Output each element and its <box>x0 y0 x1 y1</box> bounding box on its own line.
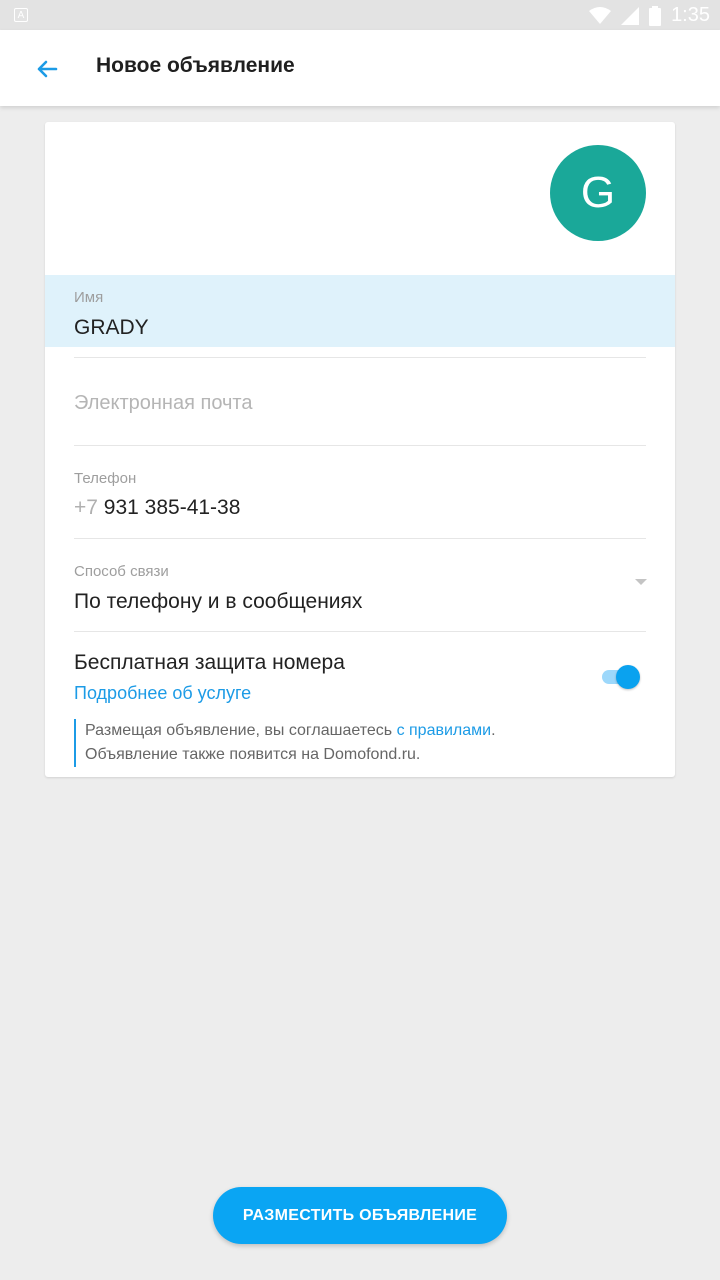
phone-input[interactable]: 931 385-41-38 <box>104 496 241 519</box>
divider <box>74 445 646 446</box>
status-icons: 1:35 <box>589 4 710 27</box>
battery-icon <box>649 5 662 26</box>
protection-title: Бесплатная защита номера <box>74 651 345 674</box>
rules-link[interactable]: с правилами <box>397 722 492 739</box>
wifi-icon <box>589 6 612 24</box>
phone-field[interactable]: +7 931 385-41-38 <box>74 496 240 520</box>
name-field[interactable]: Имя GRADY <box>45 275 675 347</box>
email-input[interactable]: Электронная почта <box>74 392 252 415</box>
phone-prefix: +7 <box>74 496 98 519</box>
terms-notice: Размещая объявление, вы соглашаетесь с п… <box>74 719 625 767</box>
phone-label: Телефон <box>74 470 137 487</box>
contact-method-label: Способ связи <box>74 563 169 580</box>
contact-form-card: G Имя GRADY Электронная почта Телефон +7… <box>45 122 675 777</box>
app-bar: Новое объявление <box>0 30 720 106</box>
name-input[interactable]: GRADY <box>74 316 149 340</box>
divider <box>74 538 646 539</box>
avatar[interactable]: G <box>550 145 646 241</box>
avatar-letter: G <box>580 168 616 217</box>
terms-text: Размещая объявление, вы соглашаетесь <box>85 722 397 739</box>
terms-period: . <box>491 722 496 739</box>
divider <box>74 357 646 358</box>
status-bar: A 1:35 <box>0 0 720 30</box>
page-title: Новое объявление <box>96 54 295 77</box>
protection-details-link[interactable]: Подробнее об услуге <box>74 683 251 704</box>
terms-domofond-note: Объявление также появится на Domofond.ru… <box>85 746 421 763</box>
notification-icon: A <box>14 8 28 22</box>
contact-method-select[interactable]: По телефону и в сообщениях <box>74 590 362 614</box>
toggle-thumb <box>616 665 640 689</box>
protection-toggle[interactable] <box>600 662 644 692</box>
arrow-left-icon <box>37 60 58 78</box>
status-time: 1:35 <box>671 4 710 26</box>
back-button[interactable] <box>26 48 68 90</box>
chevron-down-icon[interactable] <box>635 579 647 585</box>
publish-button[interactable]: РАЗМЕСТИТЬ ОБЪЯВЛЕНИЕ <box>213 1187 507 1244</box>
divider <box>74 631 646 632</box>
name-label: Имя <box>74 289 104 306</box>
signal-icon <box>621 6 640 25</box>
